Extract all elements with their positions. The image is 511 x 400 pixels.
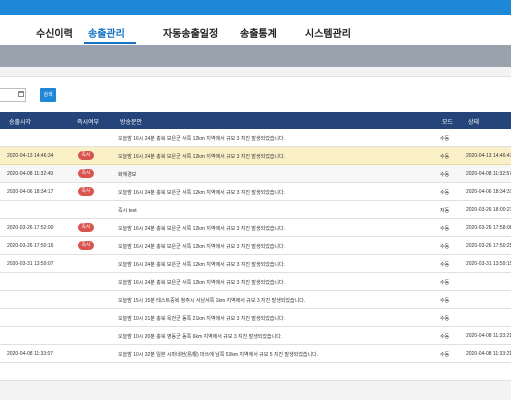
- immediate-badge: 즉시: [78, 223, 94, 232]
- cell-time: 2020-04-13 14:46:34: [7, 153, 54, 159]
- search-row: 검색: [0, 84, 511, 106]
- separator-band: [0, 67, 511, 77]
- cell-time: 2020-04-08 11:33:07: [7, 351, 54, 357]
- table-header: 송출시각 즉시여부 방송문안 모드 상태: [0, 112, 511, 129]
- header-mode: 모드: [442, 120, 454, 126]
- calendar-icon[interactable]: [18, 91, 24, 97]
- immediate-badge: 즉시: [78, 151, 94, 160]
- table-row[interactable]: 오늘밤 15시 15분 테스트중복 청주시 서남서쪽 1km 지역에서 규모 3…: [0, 291, 511, 309]
- table-row[interactable]: 즉시 test 자동 2020-03-26 18:00:21: [0, 201, 511, 219]
- cell-content: 즉시 test: [118, 208, 137, 214]
- tab-broadcast-management[interactable]: 송출관리: [88, 25, 125, 40]
- cell-content: 오늘밤 16시 24분 충북 보은군 서쪽 12km 지역에서 규모 3 지진 …: [118, 280, 286, 286]
- tab-broadcast-stats[interactable]: 송출통계: [240, 25, 277, 40]
- cell-mode: 수동: [440, 172, 450, 178]
- immediate-badge: 즉시: [78, 169, 94, 178]
- tab-receive-history[interactable]: 수신이력: [36, 25, 73, 40]
- cell-status: 2020-03-26 18:00:21: [466, 207, 511, 213]
- cell-status: 2020-04-06 18:34:31: [466, 189, 511, 195]
- cell-status: 2020-04-08 11:32:57: [466, 171, 511, 177]
- table-row[interactable]: 2020-03-26 17:52:00 오늘밤 16시 24분 충북 보은군 서쪽…: [0, 219, 511, 237]
- immediate-badge: 즉시: [78, 187, 94, 196]
- main-nav: 수신이력 송출관리 자동송출일정 송출통계 시스템관리: [0, 15, 511, 45]
- cell-content: 오늘밤 15시 15분 테스트중복 청주시 서남서쪽 1km 지역에서 규모 3…: [118, 298, 306, 304]
- cell-content: 오늘밤 10시 21분 충북 옥천군 동쪽 21km 지역에서 규모 3 지진 …: [118, 316, 286, 322]
- cell-mode: 수동: [440, 226, 450, 232]
- cell-content: 오늘밤 16시 24분 충북 보은군 서쪽 12km 지역에서 규모 3 지진 …: [118, 226, 286, 232]
- table-row[interactable]: 오늘밤 16시 24분 충북 보은군 서쪽 12km 지역에서 규모 3 지진 …: [0, 273, 511, 291]
- cell-content: 오늘밤 16시 24분 충북 보은군 서쪽 12km 지역에서 규모 3 지진 …: [118, 136, 286, 142]
- tab-auto-schedule[interactable]: 자동송출일정: [163, 25, 218, 40]
- cell-mode: 수동: [440, 262, 450, 268]
- table-row[interactable]: 오늘밤 10시 21분 충북 옥천군 동쪽 21km 지역에서 규모 3 지진 …: [0, 309, 511, 327]
- top-header-bar: [0, 0, 511, 15]
- header-immediate: 즉시여부: [77, 120, 100, 126]
- table-row[interactable]: 오늘밤 16시 24분 충북 보은군 서쪽 12km 지역에서 규모 3 지진 …: [0, 129, 511, 147]
- cell-mode: 수동: [440, 190, 450, 196]
- cell-content: 화재경보: [118, 172, 137, 178]
- table-row[interactable]: 2020-04-08 11:33:07 오늘밤 10시 32분 일본 시마네현(島…: [0, 345, 511, 363]
- cell-mode: 수동: [440, 280, 450, 286]
- cell-content: 오늘밤 10시 20분 충북 영동군 동쪽 6km 지역에서 규모 3 지진 발…: [118, 334, 283, 340]
- cell-content: 오늘밤 16시 24분 충북 보은군 서쪽 12km 지역에서 규모 3 지진 …: [118, 190, 286, 196]
- cell-mode: 자동: [440, 208, 450, 214]
- cell-mode: 수동: [440, 352, 450, 358]
- cell-status: 2020-04-08 11:33:21: [466, 351, 511, 357]
- cell-status: 2020-04-13 14:46:47: [466, 153, 511, 159]
- table-row[interactable]: 2020-03-31 13:59:07 오늘밤 16시 24분 충북 보은군 서쪽…: [0, 255, 511, 273]
- cell-time: 2020-04-08 11:32:49: [7, 171, 54, 177]
- header-content: 방송문안: [120, 120, 143, 126]
- cell-time: 2020-03-31 13:59:07: [7, 261, 54, 267]
- cell-time: 2020-04-06 18:34:17: [7, 189, 54, 195]
- cell-content: 오늘밤 10시 32분 일본 시마네현(島根) 마쓰에 남쪽 53km 지역에서…: [118, 352, 319, 358]
- cell-time: 2020-03-26 17:52:00: [7, 225, 54, 231]
- header-status: 상태: [468, 120, 480, 126]
- footer-band: [0, 380, 511, 400]
- cell-status: 2020-03-26 17:58:08: [466, 225, 511, 231]
- cell-content: 오늘밤 16시 24분 충북 보은군 서쪽 12km 지역에서 규모 3 지진 …: [118, 244, 286, 250]
- cell-content: 오늘밤 16시 24분 충북 보은군 서쪽 12km 지역에서 규모 3 지진 …: [118, 262, 286, 268]
- table-row[interactable]: 2020-04-13 14:46:34 오늘밤 16시 24분 충북 보은군 서쪽…: [0, 147, 511, 165]
- table-body: 오늘밤 16시 24분 충북 보은군 서쪽 12km 지역에서 규모 3 지진 …: [0, 129, 511, 363]
- sub-header-band: [0, 45, 511, 67]
- cell-mode: 수동: [440, 334, 450, 340]
- cell-mode: 수동: [440, 136, 450, 142]
- cell-mode: 수동: [440, 298, 450, 304]
- cell-mode: 수동: [440, 154, 450, 160]
- tab-system-management[interactable]: 시스템관리: [305, 25, 351, 40]
- table-row[interactable]: 2020-04-08 11:32:49 화재경보 수동 2020-04-08 11:3…: [0, 165, 511, 183]
- table-row[interactable]: 2020-04-06 18:34:17 오늘밤 16시 24분 충북 보은군 서쪽…: [0, 183, 511, 201]
- active-tab-indicator: [84, 42, 136, 44]
- cell-mode: 수동: [440, 244, 450, 250]
- table-row[interactable]: 오늘밤 10시 20분 충북 영동군 동쪽 6km 지역에서 규모 3 지진 발…: [0, 327, 511, 345]
- immediate-badge: 즉시: [78, 241, 94, 250]
- cell-content: 오늘밤 16시 24분 충북 보은군 서쪽 12km 지역에서 규모 3 지진 …: [118, 154, 286, 160]
- table-row[interactable]: 2020-03-26 17:50:16 오늘밤 16시 24분 충북 보은군 서쪽…: [0, 237, 511, 255]
- cell-time: 2020-03-26 17:50:16: [7, 243, 54, 249]
- header-time: 송출시각: [9, 120, 32, 126]
- search-button[interactable]: 검색: [40, 88, 56, 102]
- cell-status: 2020-03-26 17:50:25: [466, 243, 511, 249]
- cell-status: 2020-04-08 11:33:21: [466, 333, 511, 339]
- cell-mode: 수동: [440, 316, 450, 322]
- broadcast-table: 송출시각 즉시여부 방송문안 모드 상태 오늘밤 16시 24분 충북 보은군 …: [0, 112, 511, 363]
- cell-status: 2020-03-31 13:59:15: [466, 261, 511, 267]
